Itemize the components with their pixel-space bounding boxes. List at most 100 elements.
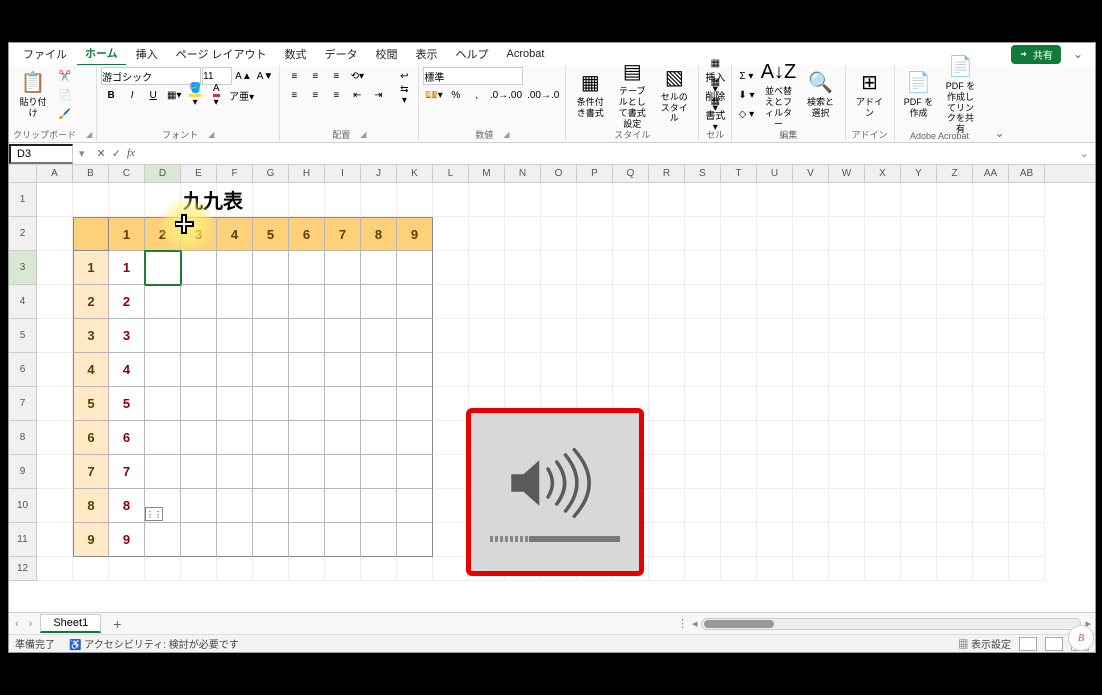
cell-C6[interactable]: 4 (109, 353, 145, 387)
cell-J8[interactable] (361, 421, 397, 455)
cell-K12[interactable] (397, 557, 433, 581)
fill-color-button[interactable]: 🪣▾ (185, 86, 205, 104)
col-header-H[interactable]: H (289, 165, 325, 182)
cell-Y5[interactable] (901, 319, 937, 353)
cell-R7[interactable] (649, 387, 685, 421)
cell-A3[interactable] (37, 251, 73, 285)
formula-expand-icon[interactable]: ⌄ (1074, 147, 1095, 160)
align-middle-button[interactable]: ≡ (305, 67, 325, 85)
cell-I8[interactable] (325, 421, 361, 455)
col-header-K[interactable]: K (397, 165, 433, 182)
cell-T10[interactable] (721, 489, 757, 523)
cell-V12[interactable] (793, 557, 829, 581)
cell-AB3[interactable] (1009, 251, 1045, 285)
find-select-button[interactable]: 🔍検索と選択 (801, 67, 841, 123)
cell-C12[interactable] (109, 557, 145, 581)
cell-K1[interactable] (397, 183, 433, 217)
cell-K2[interactable]: 9 (397, 217, 433, 251)
cell-J7[interactable] (361, 387, 397, 421)
cell-A11[interactable] (37, 523, 73, 557)
cell-D6[interactable] (145, 353, 181, 387)
cell-P6[interactable] (577, 353, 613, 387)
align-right-button[interactable]: ≡ (326, 86, 346, 104)
cell-M4[interactable] (469, 285, 505, 319)
increase-font-button[interactable]: A▲ (233, 67, 254, 85)
namebox-dropdown-icon[interactable]: ▾ (73, 147, 91, 160)
name-box[interactable] (9, 144, 73, 164)
create-pdf-button[interactable]: 📄PDF を作成 (899, 67, 939, 123)
cell-AA6[interactable] (973, 353, 1009, 387)
cell-L1[interactable] (433, 183, 469, 217)
cell-Z8[interactable] (937, 421, 973, 455)
horizontal-scrollbar[interactable]: ⋮ ◂ ▸ (133, 617, 1091, 630)
cell-E7[interactable] (181, 387, 217, 421)
cell-I12[interactable] (325, 557, 361, 581)
comma-button[interactable]: , (467, 86, 487, 104)
dialog-launcher-icon[interactable]: ◢ (208, 130, 214, 139)
row-header-10[interactable]: 10 (9, 489, 36, 523)
cell-S3[interactable] (685, 251, 721, 285)
cell-AB1[interactable] (1009, 183, 1045, 217)
display-settings-button[interactable]: ▦ 表示設定 (958, 636, 1011, 651)
decrease-decimal-button[interactable]: .00→.0 (525, 86, 561, 104)
cell-V9[interactable] (793, 455, 829, 489)
cell-A5[interactable] (37, 319, 73, 353)
cell-R12[interactable] (649, 557, 685, 581)
cell-X10[interactable] (865, 489, 901, 523)
cell-O5[interactable] (541, 319, 577, 353)
col-header-V[interactable]: V (793, 165, 829, 182)
cell-AB9[interactable] (1009, 455, 1045, 489)
cell-E6[interactable] (181, 353, 217, 387)
cell-A6[interactable] (37, 353, 73, 387)
cell-Y2[interactable] (901, 217, 937, 251)
cell-B3[interactable]: 1 (73, 251, 109, 285)
cell-L6[interactable] (433, 353, 469, 387)
col-header-J[interactable]: J (361, 165, 397, 182)
cell-B9[interactable]: 7 (73, 455, 109, 489)
cell-AA1[interactable] (973, 183, 1009, 217)
page-layout-view-button[interactable] (1045, 637, 1063, 651)
row-header-11[interactable]: 11 (9, 523, 36, 557)
cell-D9[interactable] (145, 455, 181, 489)
cell-K5[interactable] (397, 319, 433, 353)
wrap-text-button[interactable]: ↩ (394, 67, 414, 85)
formula-input[interactable] (141, 146, 1074, 162)
cell-H2[interactable]: 6 (289, 217, 325, 251)
cell-B10[interactable]: 8 (73, 489, 109, 523)
cell-Y3[interactable] (901, 251, 937, 285)
cell-V8[interactable] (793, 421, 829, 455)
paste-button[interactable]: 📋 貼り付け (13, 67, 53, 123)
cell-AA10[interactable] (973, 489, 1009, 523)
cell-L10[interactable] (433, 489, 469, 523)
cell-I2[interactable]: 7 (325, 217, 361, 251)
cell-A1[interactable] (37, 183, 73, 217)
cell-Z12[interactable] (937, 557, 973, 581)
cell-G8[interactable] (253, 421, 289, 455)
cell-A7[interactable] (37, 387, 73, 421)
cell-F3[interactable] (217, 251, 253, 285)
row-header-8[interactable]: 8 (9, 421, 36, 455)
cell-S5[interactable] (685, 319, 721, 353)
cell-AB5[interactable] (1009, 319, 1045, 353)
cell-K11[interactable] (397, 523, 433, 557)
cell-AB10[interactable] (1009, 489, 1045, 523)
cell-styles-button[interactable]: ▧セルのスタイル (654, 67, 694, 123)
add-sheet-button[interactable]: + (107, 616, 127, 632)
cell-N5[interactable] (505, 319, 541, 353)
cell-C7[interactable]: 5 (109, 387, 145, 421)
cell-T4[interactable] (721, 285, 757, 319)
cell-T2[interactable] (721, 217, 757, 251)
cell-L9[interactable] (433, 455, 469, 489)
cell-K3[interactable] (397, 251, 433, 285)
cell-C1[interactable] (109, 183, 145, 217)
cell-W2[interactable] (829, 217, 865, 251)
tab-acrobat[interactable]: Acrobat (499, 45, 553, 63)
dialog-launcher-icon[interactable]: ◢ (360, 130, 366, 139)
cell-X1[interactable] (865, 183, 901, 217)
cell-K7[interactable] (397, 387, 433, 421)
bold-button[interactable]: B (101, 86, 121, 104)
cell-I4[interactable] (325, 285, 361, 319)
format-painter-button[interactable]: 🖌️ (55, 105, 75, 123)
cell-E3[interactable] (181, 251, 217, 285)
tab-insert[interactable]: 挿入 (128, 43, 166, 65)
